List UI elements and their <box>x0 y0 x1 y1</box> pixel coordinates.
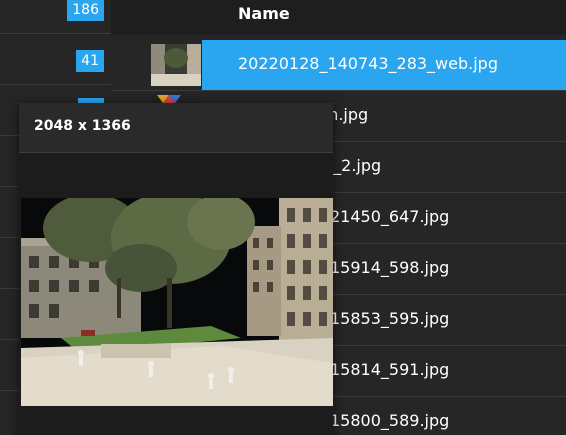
file-name: 15914_598.jpg <box>330 258 450 277</box>
folder-row[interactable]: 41 <box>0 35 111 85</box>
file-name: 15853_595.jpg <box>330 309 450 328</box>
app-window: 186 41 Name 20220128_140743_283_web.jpg … <box>0 0 566 435</box>
file-name: 15814_591.jpg <box>330 360 450 379</box>
column-header-bar: Name <box>111 0 566 35</box>
folder-row[interactable]: 186 <box>0 0 111 34</box>
image-preview-tooltip: 2048 x 1366 <box>19 103 333 435</box>
file-row[interactable]: 20220128_140743_283_web.jpg <box>111 40 566 91</box>
folder-count-badge: 41 <box>76 50 104 72</box>
file-name: 20220128_140743_283_web.jpg <box>238 54 498 73</box>
file-name: 15800_589.jpg <box>330 411 450 430</box>
preview-image <box>21 198 333 406</box>
folder-count-badge: 186 <box>67 0 104 21</box>
file-name: 21450_647.jpg <box>330 207 450 226</box>
preview-header: 2048 x 1366 <box>19 103 333 153</box>
architecture-model-photo <box>21 198 333 406</box>
column-header-name[interactable]: Name <box>238 4 290 23</box>
file-thumbnail <box>151 44 201 86</box>
file-name-cell: 20220128_140743_283_web.jpg <box>202 40 566 90</box>
image-dimensions: 2048 x 1366 <box>34 118 131 134</box>
